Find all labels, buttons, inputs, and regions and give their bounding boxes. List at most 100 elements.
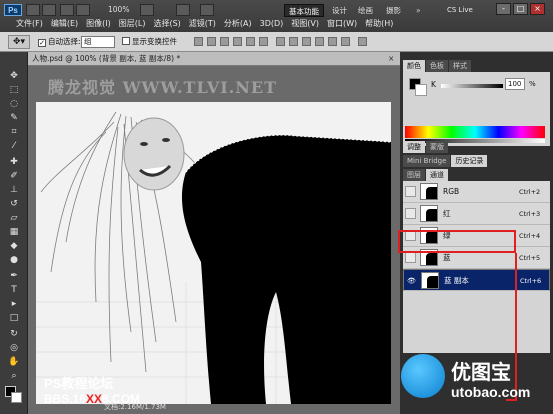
channel-image (36, 102, 391, 404)
channel-row-blue-copy[interactable]: 👁 蓝 副本 Ctrl+6 (403, 269, 550, 291)
pen-tool-icon[interactable]: ✒ (4, 270, 24, 282)
auto-select-checkbox[interactable] (38, 39, 46, 47)
tab-masks[interactable]: 蒙版 (426, 141, 448, 153)
gradient-tool-icon[interactable]: ▦ (4, 226, 24, 238)
channel-row-red[interactable]: 红 Ctrl+3 (403, 203, 550, 225)
bridge-icon[interactable] (26, 4, 40, 16)
quick-select-tool-icon[interactable]: ✎ (4, 112, 24, 124)
move-tool-preset-icon[interactable]: ✥▾ (8, 35, 30, 49)
color-spectrum[interactable] (405, 126, 545, 138)
distribute-vcenter-icon[interactable] (289, 37, 298, 46)
history-brush-tool-icon[interactable]: ↺ (4, 198, 24, 210)
path-select-tool-icon[interactable]: ▸ (4, 298, 24, 310)
hand-tool-icon[interactable]: ✋ (4, 356, 24, 368)
more-workspaces-icon[interactable]: » (412, 4, 425, 17)
distribute-hcenter-icon[interactable] (328, 37, 337, 46)
brush-tool-icon[interactable]: ✐ (4, 170, 24, 182)
eyedropper-tool-icon[interactable]: ⁄ (4, 140, 24, 152)
workspace-essentials[interactable]: 基本功能 (284, 4, 324, 17)
distribute-top-icon[interactable] (276, 37, 285, 46)
auto-align-icon[interactable] (358, 37, 367, 46)
3d-rotate-tool-icon[interactable]: ↻ (4, 328, 24, 340)
tab-mini-bridge[interactable]: Mini Bridge (403, 155, 451, 167)
eraser-tool-icon[interactable]: ▱ (4, 212, 24, 224)
site-badge-url: utobao.com (451, 384, 531, 400)
workspace-photography[interactable]: 摄影 (382, 4, 405, 17)
menu-3d[interactable]: 3D(D) (260, 18, 284, 30)
hand-icon[interactable] (60, 4, 74, 16)
align-top-icon[interactable] (194, 37, 203, 46)
channels-panel-tabs: 图层 通道 (403, 169, 448, 181)
close-button[interactable]: × (530, 3, 545, 15)
menu-image[interactable]: 图像(I) (86, 18, 111, 30)
type-tool-icon[interactable]: T (4, 284, 24, 296)
3d-orbit-tool-icon[interactable]: ◎ (4, 342, 24, 354)
k-slider[interactable] (441, 84, 503, 88)
shape-tool-icon[interactable]: □ (4, 312, 24, 324)
tab-layers[interactable]: 图层 (403, 169, 425, 181)
k-value-input[interactable]: 100 (505, 78, 525, 90)
workspace-painting[interactable]: 绘画 (354, 4, 377, 17)
visibility-eye-icon[interactable] (405, 252, 416, 263)
visibility-eye-icon[interactable] (405, 186, 416, 197)
align-right-icon[interactable] (259, 37, 268, 46)
minimize-button[interactable]: - (496, 3, 511, 15)
crop-tool-icon[interactable]: ⌗ (4, 126, 24, 138)
menu-edit[interactable]: 编辑(E) (51, 18, 78, 30)
distribute-bottom-icon[interactable] (302, 37, 311, 46)
mini-bridge-icon[interactable] (42, 4, 56, 16)
healing-brush-tool-icon[interactable]: ✚ (4, 156, 24, 168)
move-tool-icon[interactable]: ✥ (4, 70, 24, 82)
screen-mode-icon[interactable] (200, 4, 214, 16)
tab-adjustments[interactable]: 调整 (403, 141, 425, 153)
dodge-tool-icon[interactable]: ● (4, 254, 24, 266)
document-status: 文档:2.16M/1.73M (104, 403, 166, 411)
tab-channels[interactable]: 通道 (426, 169, 448, 181)
menu-layer[interactable]: 图层(L) (119, 18, 146, 30)
close-document-icon[interactable]: × (388, 53, 394, 65)
workspace-design[interactable]: 设计 (328, 4, 351, 17)
align-bottom-icon[interactable] (220, 37, 229, 46)
show-transform-checkbox[interactable] (122, 37, 130, 45)
auto-select-option[interactable]: 自动选择: (38, 36, 81, 48)
distribute-right-icon[interactable] (341, 37, 350, 46)
tab-styles[interactable]: 样式 (449, 60, 471, 72)
marquee-tool-icon[interactable]: ⬚ (4, 84, 24, 96)
menu-view[interactable]: 视图(V) (291, 18, 319, 30)
channel-thumbnail (421, 272, 439, 289)
tab-swatches[interactable]: 色板 (426, 60, 448, 72)
blur-tool-icon[interactable]: ◆ (4, 240, 24, 252)
menu-filter[interactable]: 滤镜(T) (189, 18, 216, 30)
lasso-tool-icon[interactable]: ◌ (4, 98, 24, 110)
menu-window[interactable]: 窗口(W) (327, 18, 357, 30)
arrange-docs-icon[interactable] (176, 4, 190, 16)
menu-help[interactable]: 帮助(H) (365, 18, 393, 30)
maximize-button[interactable]: □ (513, 3, 528, 15)
visibility-eye-icon[interactable]: 👁 (406, 275, 417, 286)
align-buttons (194, 37, 367, 46)
distribute-left-icon[interactable] (315, 37, 324, 46)
channel-row-rgb[interactable]: RGB Ctrl+2 (403, 181, 550, 203)
menu-select[interactable]: 选择(S) (153, 18, 180, 30)
clone-stamp-tool-icon[interactable]: ⊥ (4, 184, 24, 196)
align-left-icon[interactable] (233, 37, 242, 46)
view-extras-icon[interactable] (140, 4, 154, 16)
image-canvas[interactable]: PS教程论坛 BBS.16XX8.COM (36, 102, 391, 404)
menu-analysis[interactable]: 分析(A) (224, 18, 252, 30)
zoom-tool-icon-2[interactable]: ⌕ (4, 370, 24, 382)
color-bg-swatch[interactable] (415, 84, 427, 96)
auto-select-dropdown[interactable]: 组 (81, 36, 115, 48)
menu-file[interactable]: 文件(F) (16, 18, 43, 30)
zoom-level[interactable]: 100% (108, 4, 129, 16)
bird-logo-icon (401, 354, 445, 398)
tab-color[interactable]: 颜色 (403, 60, 425, 72)
visibility-eye-icon[interactable] (405, 208, 416, 219)
background-color-swatch[interactable] (11, 392, 22, 403)
align-hcenter-icon[interactable] (246, 37, 255, 46)
cs-live-button[interactable]: CS Live (447, 4, 473, 17)
tab-history[interactable]: 历史记录 (451, 155, 488, 167)
show-transform-option[interactable]: 显示变换控件 (122, 36, 177, 48)
zoom-tool-icon[interactable] (76, 4, 90, 16)
document-tab[interactable]: 人物.psd @ 100% (背景 副本, 蓝 副本/8) * × (28, 52, 400, 66)
align-vcenter-icon[interactable] (207, 37, 216, 46)
